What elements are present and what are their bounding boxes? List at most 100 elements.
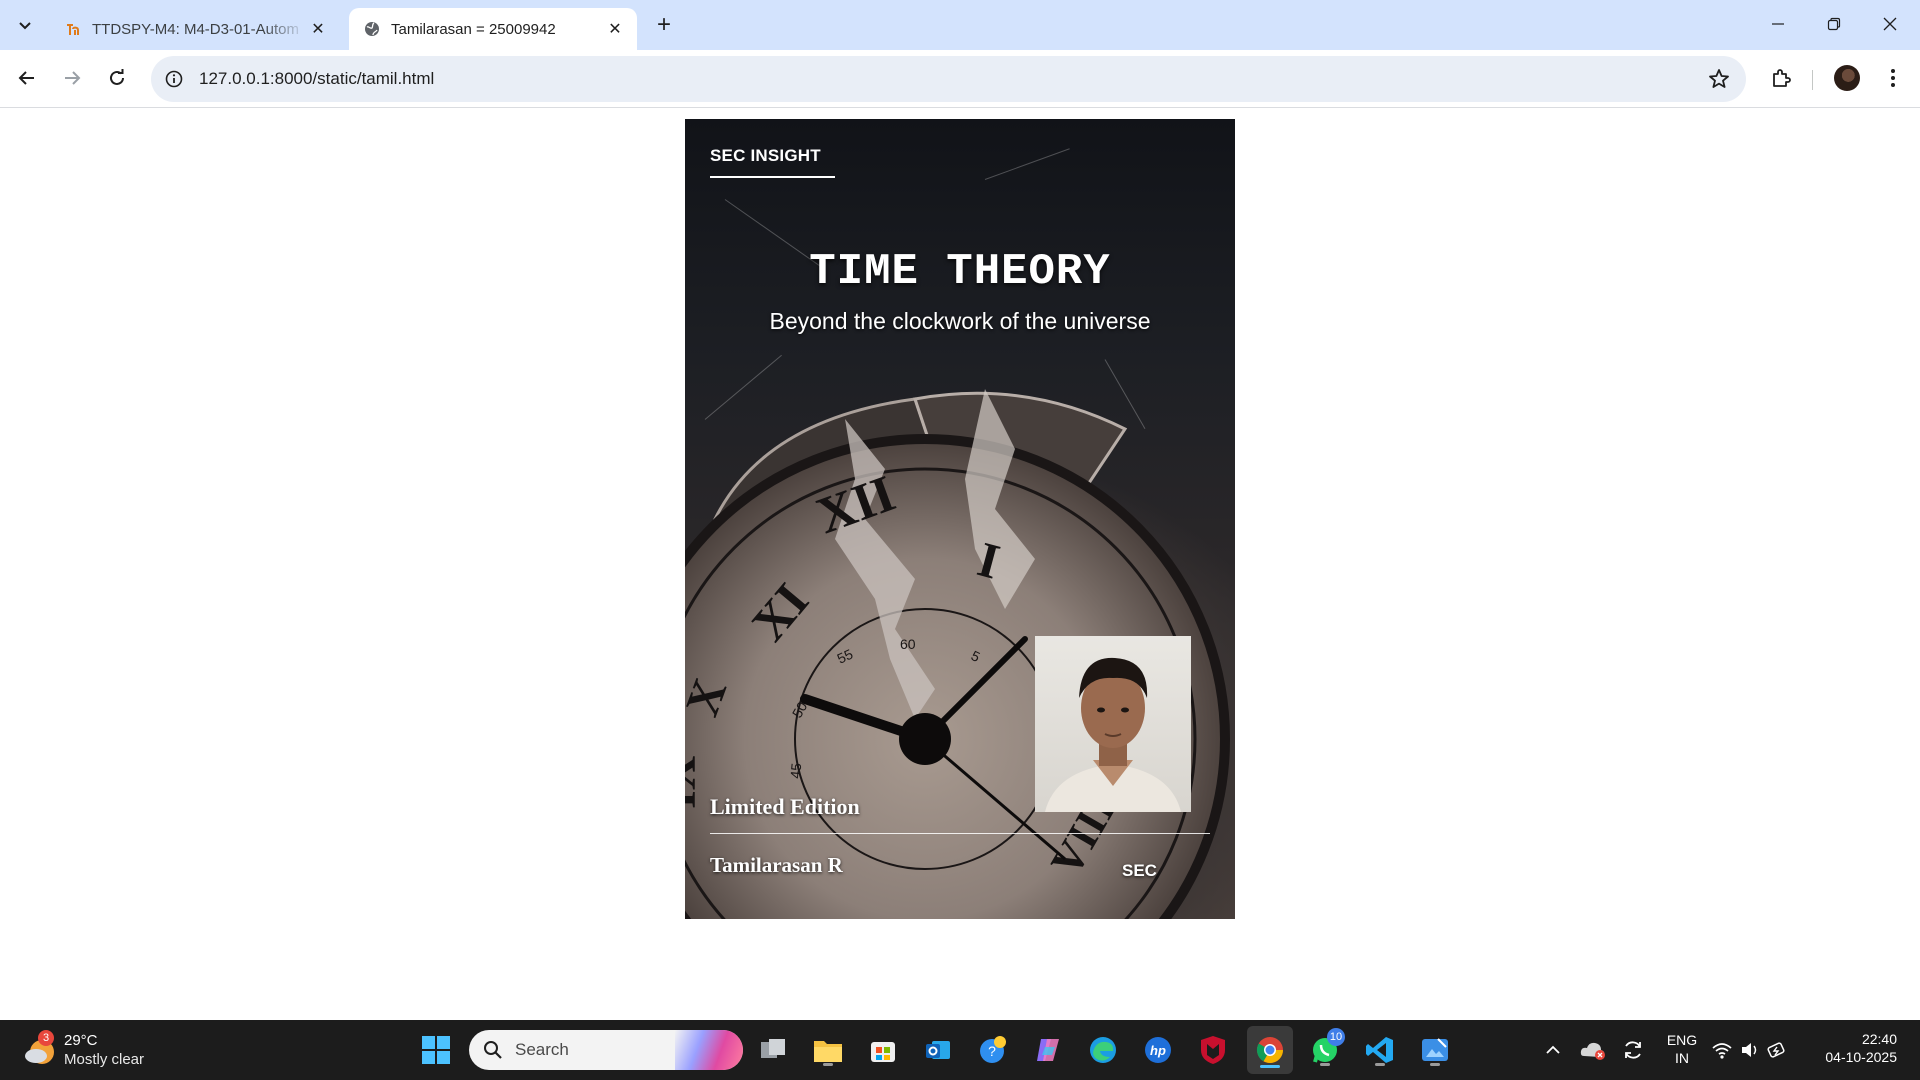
search-icon <box>484 1041 502 1059</box>
tab-ttdspy[interactable]: TTDSPY-M4: M4-D3-01-Autom ✕ <box>50 8 340 50</box>
running-indicator <box>823 1063 833 1066</box>
running-indicator <box>1375 1063 1385 1066</box>
globe-icon <box>363 20 381 38</box>
outlook-icon <box>926 1041 950 1059</box>
battery-charging-icon <box>1767 1042 1785 1058</box>
author-photo <box>1035 636 1191 812</box>
active-indicator <box>1260 1065 1280 1068</box>
store-icon <box>871 1042 895 1062</box>
site-info-icon[interactable] <box>163 68 185 90</box>
tds-favicon-icon <box>64 20 82 38</box>
tab-tamilarasan[interactable]: Tamilarasan = 25009942 ✕ <box>349 8 637 50</box>
tab-title: Tamilarasan = 25009942 <box>391 20 556 38</box>
language-region: IN <box>1675 1050 1689 1066</box>
vscode-button[interactable] <box>1362 1032 1398 1068</box>
image-editor-icon <box>1422 1038 1448 1061</box>
notification-badge: 10 <box>1327 1028 1345 1046</box>
clock-area[interactable]: 22:40 04-10-2025 <box>1805 1031 1905 1065</box>
clock-center <box>899 713 951 765</box>
whatsapp-button[interactable]: 10 <box>1307 1028 1345 1068</box>
windows-taskbar: 3 29°C Mostly clear Search ? hp 10 ENG I… <box>0 1020 1920 1080</box>
running-indicator <box>1430 1063 1440 1066</box>
windows-logo-icon <box>422 1036 450 1064</box>
tab-strip: TTDSPY-M4: M4-D3-01-Autom ✕ Tamilarasan … <box>0 0 1920 50</box>
book-cover: SEC INSIGHT TIME THEORY Beyond the clock… <box>685 119 1235 919</box>
folder-icon <box>814 1041 842 1062</box>
search-highlight-art <box>675 1030 743 1070</box>
chevron-down-icon <box>19 22 31 30</box>
new-tab-button[interactable]: + <box>650 11 678 39</box>
tab-title: TTDSPY-M4: M4-D3-01-Autom <box>92 20 299 38</box>
profile-button[interactable] <box>1830 61 1864 95</box>
person-portrait-icon <box>1045 657 1181 812</box>
shield-icon <box>1201 1036 1225 1064</box>
copilot-icon <box>1037 1039 1059 1061</box>
running-indicator <box>1320 1063 1330 1066</box>
forward-button[interactable] <box>55 61 89 95</box>
reload-button[interactable] <box>100 61 134 95</box>
texture-scratch <box>984 148 1070 180</box>
url-text[interactable]: 127.0.0.1:8000/static/tamil.html <box>199 69 434 89</box>
close-tab-icon[interactable]: ✕ <box>306 17 330 41</box>
hp-app-button[interactable]: hp <box>1140 1032 1176 1068</box>
copilot-button[interactable] <box>1030 1032 1066 1068</box>
extensions-button[interactable] <box>1764 61 1798 95</box>
close-tab-icon[interactable]: ✕ <box>603 17 627 41</box>
language-code: ENG <box>1666 1032 1698 1048</box>
quick-settings-button[interactable] <box>1710 1032 1790 1068</box>
minimize-button[interactable] <box>1750 0 1806 48</box>
menu-button[interactable] <box>1876 61 1910 95</box>
outlook-button[interactable] <box>920 1032 956 1068</box>
brand-underline <box>710 176 835 178</box>
input-language[interactable]: ENG IN <box>1660 1032 1704 1066</box>
close-window-button[interactable] <box>1862 0 1918 48</box>
wifi-icon <box>1712 1043 1732 1059</box>
chrome-icon <box>1256 1037 1284 1064</box>
show-hidden-icons-button[interactable] <box>1535 1032 1571 1068</box>
taskbar-search[interactable]: Search <box>469 1030 743 1070</box>
weather-temp: 29°C <box>64 1032 98 1049</box>
photos-app-button[interactable] <box>1417 1032 1453 1068</box>
cloud-error-icon <box>1580 1042 1605 1060</box>
close-icon <box>1883 17 1897 31</box>
weather-widget[interactable]: 3 29°C Mostly clear <box>22 1030 162 1072</box>
chrome-button[interactable] <box>1252 1032 1288 1068</box>
copilot-tips-button[interactable]: ? <box>975 1032 1011 1068</box>
cover-subtitle: Beyond the clockwork of the universe <box>769 308 1151 334</box>
brand-label: SEC INSIGHT <box>710 146 821 165</box>
volume-icon <box>1742 1043 1757 1057</box>
mcafee-button[interactable] <box>1195 1032 1231 1068</box>
footer-divider <box>710 833 1210 834</box>
task-view-icon <box>761 1039 785 1058</box>
task-view-button[interactable] <box>755 1032 791 1068</box>
clock-time: 22:40 <box>1861 1031 1897 1047</box>
edge-button[interactable] <box>1085 1032 1121 1068</box>
avatar <box>1834 65 1860 91</box>
svg-text:?: ? <box>988 1043 996 1059</box>
tab-search-button[interactable] <box>9 9 41 41</box>
browser-toolbar: 127.0.0.1:8000/static/tamil.html <box>0 50 1920 108</box>
chevron-up-icon <box>1546 1045 1560 1054</box>
toolbar-divider <box>1812 70 1813 90</box>
edition-label: Limited Edition <box>710 794 860 819</box>
page-viewport: SEC INSIGHT TIME THEORY Beyond the clock… <box>0 109 1920 1020</box>
kebab-menu-icon <box>1891 69 1895 87</box>
cover-title: TIME THEORY <box>809 247 1111 297</box>
sync-button[interactable] <box>1615 1032 1651 1068</box>
bookmark-star-icon[interactable] <box>1708 68 1730 90</box>
start-button[interactable] <box>418 1032 454 1068</box>
weather-condition: Mostly clear <box>64 1051 145 1068</box>
sync-icon <box>1625 1041 1641 1059</box>
clock-numeral: IX <box>685 755 706 809</box>
microsoft-store-button[interactable] <box>865 1032 901 1068</box>
hp-logo-icon: hp <box>1145 1037 1171 1063</box>
address-bar[interactable]: 127.0.0.1:8000/static/tamil.html <box>151 56 1746 102</box>
back-button[interactable] <box>10 61 44 95</box>
onedrive-button[interactable] <box>1575 1032 1611 1068</box>
clock-date: 04-10-2025 <box>1825 1049 1897 1065</box>
restore-button[interactable] <box>1806 0 1862 48</box>
svg-text:hp: hp <box>1150 1043 1166 1058</box>
file-explorer-button[interactable] <box>810 1032 846 1068</box>
minute-mark: 45 <box>787 762 804 779</box>
edge-icon <box>1090 1037 1116 1063</box>
